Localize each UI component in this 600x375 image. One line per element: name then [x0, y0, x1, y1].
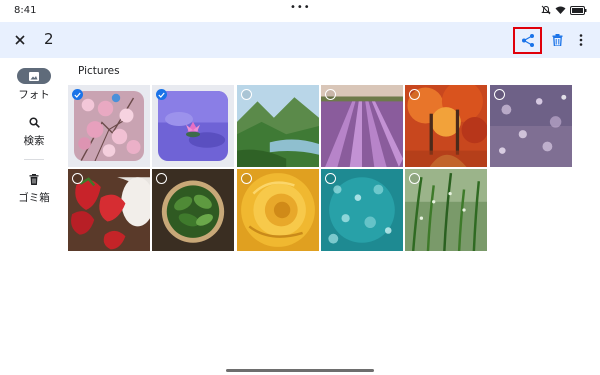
- cherry-blossom-image: [74, 91, 144, 161]
- photo-tile-green-valley-lake[interactable]: [237, 85, 319, 167]
- search-icon: [28, 116, 40, 128]
- unselected-check-icon[interactable]: [409, 89, 420, 100]
- selection-action-bar: 2: [0, 22, 600, 58]
- unselected-check-icon[interactable]: [241, 173, 252, 184]
- unselected-check-icon[interactable]: [494, 89, 505, 100]
- nav-divider: [24, 159, 44, 160]
- unselected-check-icon[interactable]: [72, 173, 83, 184]
- nav-label-search: 検索: [23, 135, 45, 147]
- unselected-check-icon[interactable]: [325, 173, 336, 184]
- share-button[interactable]: [513, 27, 542, 54]
- trash-icon: [552, 34, 562, 46]
- unselected-check-icon[interactable]: [409, 173, 420, 184]
- photo-tile-yellow-rose[interactable]: [237, 169, 319, 251]
- photo-tile-grass-dew[interactable]: [405, 169, 487, 251]
- photo-tile-autumn-forest[interactable]: [405, 85, 487, 167]
- nav-active-indicator: [17, 68, 51, 84]
- nav-item-photos[interactable]: フォト: [0, 68, 68, 102]
- share-icon: [521, 34, 534, 47]
- trash-icon: [29, 173, 39, 185]
- home-indicator[interactable]: [226, 369, 374, 372]
- unselected-check-icon[interactable]: [156, 173, 167, 184]
- section-title: Pictures: [78, 65, 120, 77]
- more-options-button[interactable]: [572, 30, 590, 50]
- photo-tile-strawberries[interactable]: [68, 169, 150, 251]
- more-vert-icon: [579, 34, 583, 46]
- photo-tile-water-drops[interactable]: [321, 169, 403, 251]
- mute-icon: [541, 5, 551, 15]
- navigation-rail: フォト 検索 ゴミ箱: [0, 58, 68, 358]
- lotus-flower-image: [158, 91, 228, 161]
- status-icons: [541, 5, 588, 15]
- close-icon: [15, 35, 25, 45]
- delete-button[interactable]: [547, 30, 567, 50]
- status-bar: 8:41 •••: [0, 0, 600, 22]
- unselected-check-icon[interactable]: [325, 89, 336, 100]
- photo-icon: [29, 71, 39, 81]
- selected-check-icon[interactable]: [156, 89, 167, 100]
- close-selection-button[interactable]: [10, 30, 30, 50]
- photo-tile-lavender-field[interactable]: [321, 85, 403, 167]
- status-center-dots: •••: [290, 2, 311, 13]
- nav-label-photos: フォト: [18, 89, 50, 101]
- nav-item-search[interactable]: 検索: [0, 114, 68, 148]
- status-time: 8:41: [14, 5, 37, 16]
- unselected-check-icon[interactable]: [241, 89, 252, 100]
- photo-tile-lotus-flower[interactable]: [152, 85, 234, 167]
- photo-tile-cherry-blossom[interactable]: [68, 85, 150, 167]
- photo-tile-basil-bowl[interactable]: [152, 169, 234, 251]
- nav-label-trash: ゴミ箱: [18, 192, 50, 204]
- wifi-icon: [555, 6, 566, 14]
- selected-check-icon[interactable]: [72, 89, 83, 100]
- photo-tile-bokeh-lights[interactable]: [490, 85, 572, 167]
- nav-item-trash[interactable]: ゴミ箱: [0, 171, 68, 205]
- battery-icon: [570, 5, 587, 15]
- selected-count: 2: [44, 30, 54, 48]
